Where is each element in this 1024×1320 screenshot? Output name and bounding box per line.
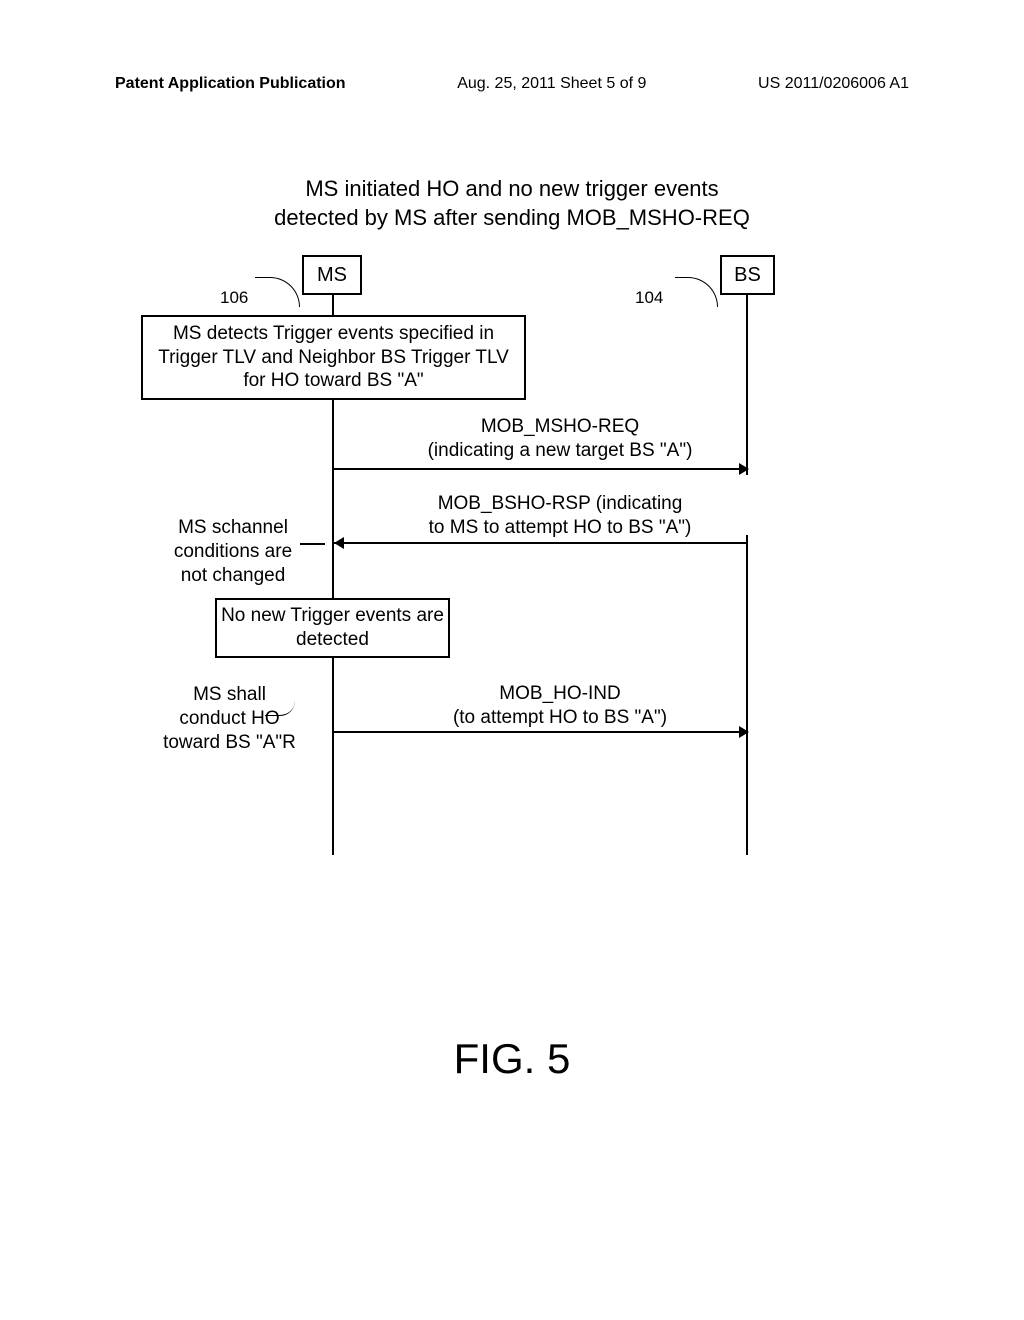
ms-ref-curve (255, 277, 300, 307)
diagram-title: MS initiated HO and no new trigger event… (237, 175, 787, 232)
ms-participant-box: MS (302, 255, 362, 295)
msg2-line2: to MS to attempt HO to BS "A") (429, 517, 692, 538)
header-publication: Patent Application Publication (115, 75, 346, 93)
ms-ref-label: 106 (220, 288, 248, 308)
bs-ref-curve (675, 277, 718, 307)
msg3-arrowhead (739, 726, 749, 738)
header-patent-number: US 2011/0206006 A1 (758, 75, 909, 93)
note2-line1: MS shall (193, 684, 266, 705)
title-line1: MS initiated HO and no new trigger event… (305, 176, 718, 201)
bs-lifeline-top (746, 295, 748, 475)
msg2-arrowhead (334, 537, 344, 549)
note1-line1: MS schannel (178, 517, 288, 538)
figure-label: FIG. 5 (454, 1035, 571, 1083)
bs-ref-label: 104 (635, 288, 663, 308)
note1-line2: conditions are (174, 541, 292, 562)
trigger-event-box: MS detects Trigger events specified in T… (141, 315, 526, 400)
msg2-label: MOB_BSHO-RSP (indicating to MS to attemp… (385, 492, 735, 540)
msg1-arrowhead (739, 463, 749, 475)
bs-label: BS (734, 264, 761, 287)
note2-line3: toward BS "A"R (163, 732, 296, 753)
title-line2: detected by MS after sending MOB_MSHO-RE… (274, 205, 750, 230)
msg1-line1: MOB_MSHO-REQ (481, 416, 639, 437)
msg2-line1: MOB_BSHO-RSP (indicating (438, 493, 683, 514)
bs-participant-box: BS (720, 255, 775, 295)
msg1-label: MOB_MSHO-REQ (indicating a new target BS… (385, 415, 735, 463)
msg2-arrow (334, 542, 746, 544)
note1-line3: not changed (181, 565, 286, 586)
side-note-2: MS shall conduct HO toward BS "A"R (127, 683, 332, 754)
bs-lifeline-bottom (746, 535, 748, 855)
msg1-line2: (indicating a new target BS "A") (428, 440, 693, 461)
msg3-arrow (334, 731, 746, 733)
no-trigger-box: No new Trigger events are detected (215, 598, 450, 658)
msg3-line1: MOB_HO-IND (499, 683, 620, 704)
trigger-text: MS detects Trigger events specified in T… (158, 322, 509, 393)
ms-label: MS (317, 264, 347, 287)
sequence-diagram: MS BS 106 104 MS detects Trigger events … (125, 255, 785, 875)
msg3-line2: (to attempt HO to BS "A") (453, 707, 667, 728)
no-trigger-text: No new Trigger events are detected (217, 604, 448, 652)
msg1-arrow (334, 468, 746, 470)
header-date-sheet: Aug. 25, 2011 Sheet 5 of 9 (457, 75, 646, 93)
side-note-1: MS schannel conditions are not changed (143, 516, 323, 587)
note1-connector (300, 543, 325, 545)
msg3-label: MOB_HO-IND (to attempt HO to BS "A") (405, 682, 715, 730)
page-header: Patent Application Publication Aug. 25, … (0, 75, 1024, 93)
